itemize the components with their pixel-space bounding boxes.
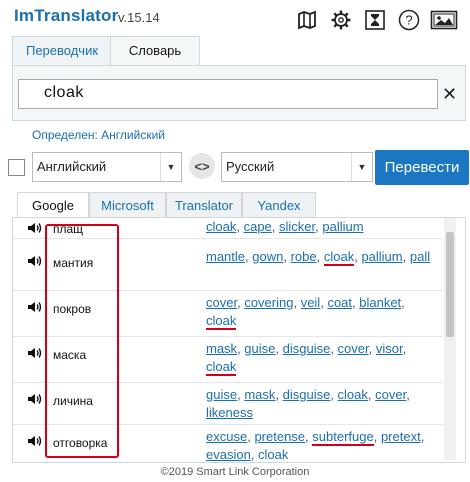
translation-link[interactable]: coat	[327, 295, 352, 310]
translation-link[interactable]: pall	[410, 249, 430, 264]
translate-button[interactable]: Перевести	[375, 150, 469, 185]
help-icon[interactable]: ?	[396, 7, 422, 33]
translation-link[interactable]: cover	[206, 295, 237, 310]
scrollbar-thumb[interactable]	[446, 232, 454, 337]
translation-link[interactable]: blanket	[359, 295, 401, 310]
translation-link[interactable]: slicker	[279, 219, 315, 234]
detected-language: Определен: Английский	[32, 128, 165, 142]
translation-link[interactable]: cloak	[206, 219, 236, 234]
translation-link[interactable]: cover	[375, 387, 406, 402]
translation-link[interactable]: cover	[338, 341, 369, 356]
translation-link[interactable]: pretext	[381, 429, 421, 444]
word-input-value: cloak	[44, 84, 84, 101]
chevron-down-icon: ▼	[160, 153, 181, 181]
target-language-select[interactable]: Русский ▼	[221, 152, 373, 182]
translation-link[interactable]: veil	[301, 295, 321, 310]
translation-link[interactable]: mask	[244, 387, 275, 402]
translation-link[interactable]: pretense	[254, 429, 305, 444]
translation-link[interactable]: pallium	[361, 249, 402, 264]
tab-dictionary[interactable]: Словарь	[110, 36, 200, 65]
app-version: v.15.14	[118, 10, 160, 25]
translation-list: guise, mask, disguise, cloak, cover, lik…	[206, 387, 410, 420]
translation-link[interactable]: excuse	[206, 429, 247, 444]
translation-link[interactable]: evasion	[206, 447, 251, 462]
settings-gear-icon[interactable]	[328, 7, 354, 33]
source-language-select[interactable]: Английский ▼	[32, 152, 182, 182]
app-title: ImTranslator	[14, 6, 119, 25]
translation-link[interactable]: cloak	[206, 313, 237, 330]
highlight-box	[45, 224, 119, 458]
svg-text:?: ?	[405, 13, 412, 28]
auto-detect-checkbox[interactable]	[8, 159, 25, 176]
speaker-icon[interactable]	[27, 346, 43, 360]
tab-translator[interactable]: Translator	[166, 192, 242, 218]
translation-link[interactable]: subterfuge	[312, 429, 374, 446]
translation-link[interactable]: cloak	[338, 387, 368, 402]
tab-microsoft[interactable]: Microsoft	[89, 192, 166, 218]
translation-link[interactable]: gown	[252, 249, 283, 264]
translation-list: excuse, pretense, subterfuge, pretext, e…	[206, 429, 425, 462]
options-image-icon[interactable]	[429, 7, 459, 33]
chevron-down-icon: ▼	[351, 153, 372, 181]
history-icon[interactable]	[362, 7, 388, 33]
speaker-icon[interactable]	[27, 392, 43, 406]
translation-link[interactable]: disguise	[283, 387, 331, 402]
target-language-value: Русский	[226, 159, 275, 174]
source-language-value: Английский	[37, 159, 107, 174]
speaker-icon[interactable]	[27, 221, 43, 235]
translation-list: mantle, gown, robe, cloak, pallium, pall	[206, 249, 431, 266]
translation-link[interactable]: pallium	[322, 219, 363, 234]
speaker-icon[interactable]	[27, 300, 43, 314]
translation-link[interactable]: covering	[244, 295, 293, 310]
translation-link[interactable]: guise	[244, 341, 275, 356]
translation-link[interactable]: cloak	[258, 447, 289, 462]
translation-link[interactable]: robe	[291, 249, 317, 264]
translation-link[interactable]: mantle	[206, 249, 245, 264]
tab-yandex[interactable]: Yandex	[242, 192, 316, 218]
translation-link[interactable]: guise	[206, 387, 237, 402]
speaker-icon[interactable]	[27, 254, 43, 268]
translation-link[interactable]: visor	[376, 341, 403, 356]
translation-link[interactable]: likeness	[206, 405, 253, 420]
translation-link[interactable]: cloak	[206, 359, 237, 376]
speaker-icon[interactable]	[27, 434, 43, 448]
clear-icon[interactable]: ✕	[442, 84, 457, 105]
translation-list: cloak, cape, slicker, pallium	[206, 219, 364, 234]
map-icon[interactable]	[294, 7, 320, 33]
translation-list: cover, covering, veil, coat, blanket, cl…	[206, 295, 405, 330]
tab-translator[interactable]: Переводчик	[12, 36, 112, 65]
footer-copyright: ©2019 Smart Link Corporation	[160, 466, 310, 478]
translation-link[interactable]: cloak	[323, 249, 355, 266]
translation-link[interactable]: mask	[206, 341, 237, 356]
translation-link[interactable]: disguise	[283, 341, 331, 356]
swap-languages-icon[interactable]: <>	[189, 153, 215, 179]
translation-list: mask, guise, disguise, cover, visor, clo…	[206, 341, 407, 376]
tab-google[interactable]: Google	[17, 192, 89, 218]
translation-link[interactable]: cape	[244, 219, 272, 234]
